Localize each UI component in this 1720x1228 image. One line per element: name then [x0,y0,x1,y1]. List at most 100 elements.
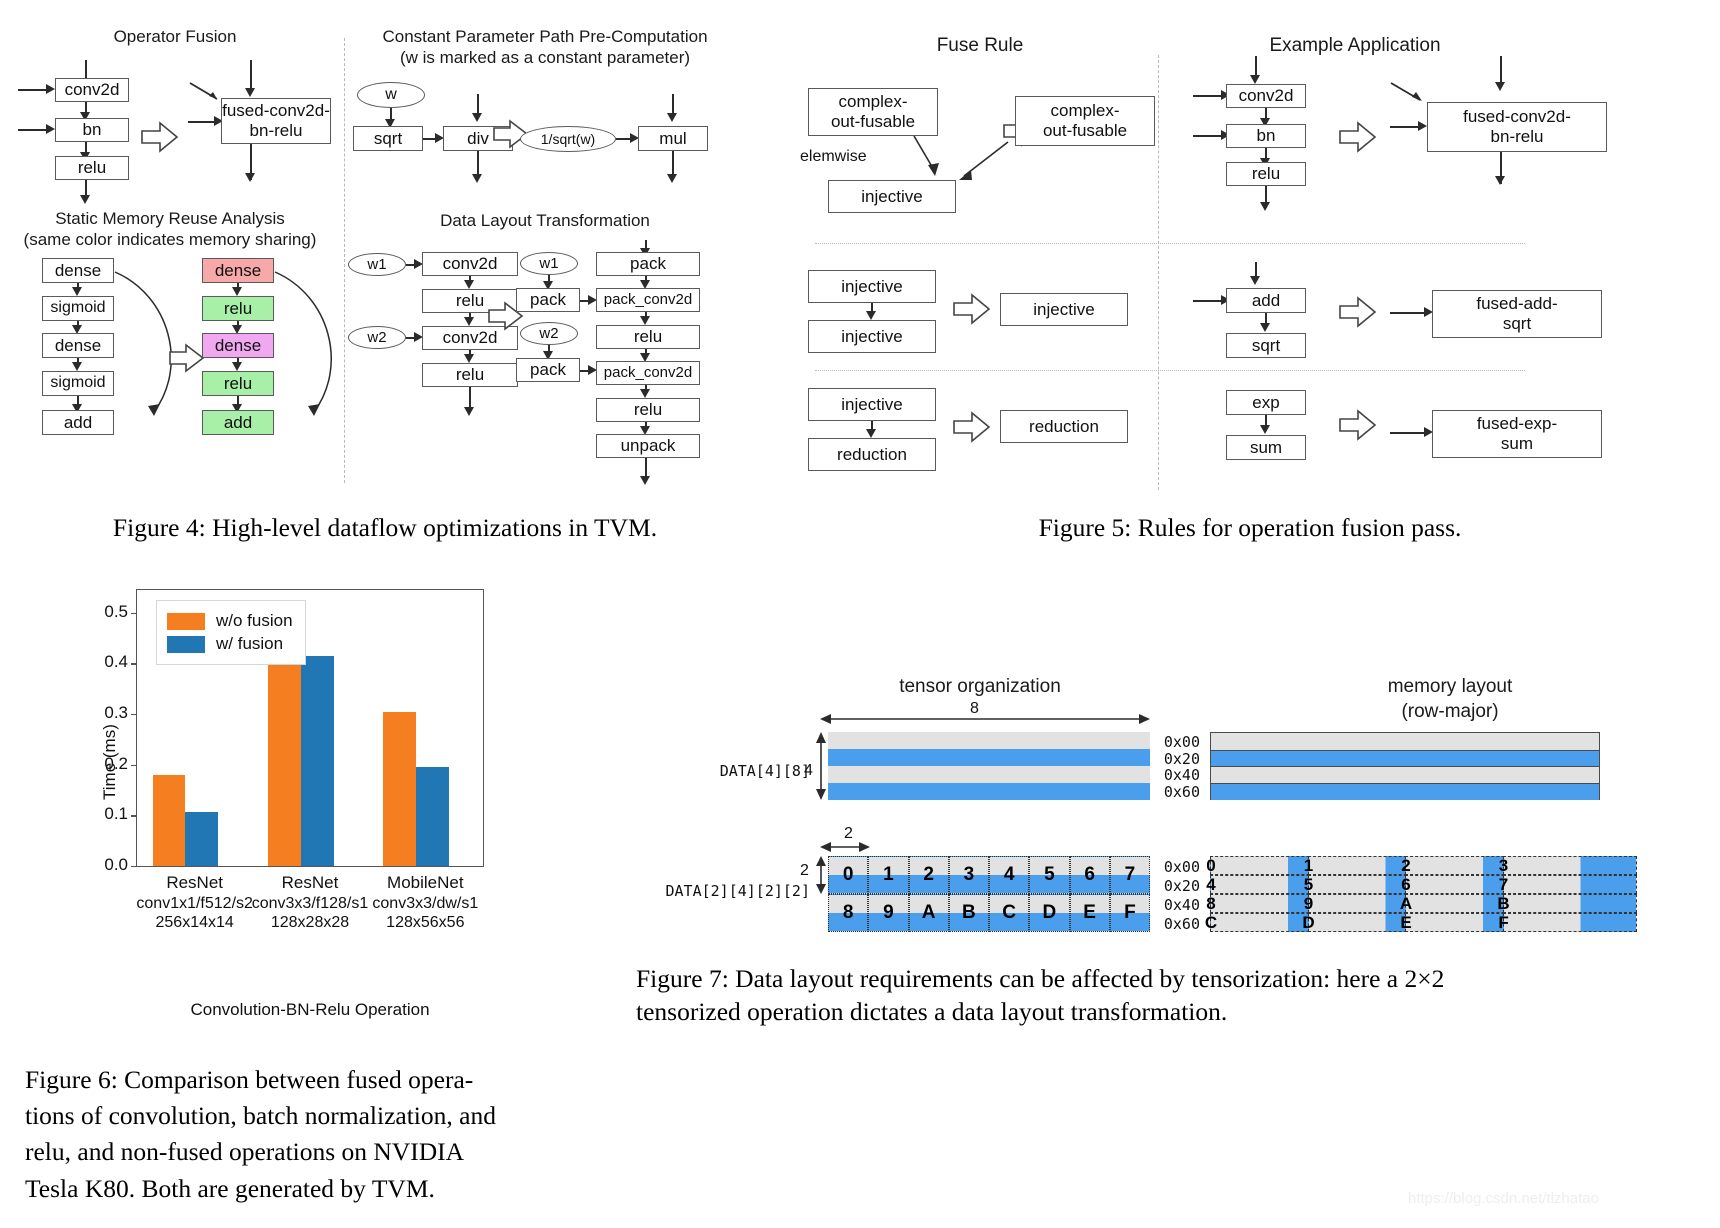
memory-address-top-3: 0x60 [1163,782,1200,801]
node-relu-ex[interactable]: relu [1226,162,1306,186]
node-sigmoid-2[interactable]: sigmoid [42,371,114,396]
legend-entry-1: w/ fusion [167,634,295,654]
memory-bottom-grid: 0123456789ABCDEF [1205,856,1638,932]
node-add[interactable]: add [42,410,114,435]
memory-address-bottom-1: 0x20 [1163,877,1200,895]
memory-address-bottom-3: 0x60 [1163,915,1200,933]
arrowhead [472,113,482,122]
legend-label-w-fusion: w/ fusion [216,634,284,653]
node-fused-add-sqrt[interactable]: fused-add- sqrt [1432,290,1602,338]
node-injective-src-3[interactable]: injective [808,388,936,421]
node-reduction-result[interactable]: reduction [1000,410,1128,443]
edge-left-bn [18,129,48,131]
node-sigmoid-1[interactable]: sigmoid [42,296,114,321]
node-mul[interactable]: mul [638,126,708,151]
arrowhead [232,287,242,296]
node-relu-right-2[interactable]: relu [596,398,700,422]
node-dense-1[interactable]: dense [42,258,114,283]
data-layout-title: Data Layout Transformation [440,211,650,230]
figure6-caption-line-3: Tesla K80. Both are generated by TVM. [25,1173,435,1203]
node-reduction-src[interactable]: reduction [808,438,936,471]
oval-w1[interactable]: w1 [348,253,406,276]
example-app-row-2-result: fused-add- sqrt [1390,262,1640,382]
node-sqrt[interactable]: sqrt [353,126,423,151]
node-sum-ex[interactable]: sum [1226,435,1306,460]
node-complex-out-fusable-result[interactable]: complex- out-fusable [1015,96,1155,146]
memory-cell-3-3: F [1498,913,1638,932]
node-exp-ex[interactable]: exp [1226,390,1306,415]
tensor-cell-0-3: 3 [948,856,989,894]
node-injective-src-top[interactable]: injective [808,270,936,303]
node-injective-src[interactable]: injective [828,180,956,213]
node-fused-exp-sum[interactable]: fused-exp- sum [1432,410,1602,458]
x-tick-label-2-line-2: 128x56x56 [386,914,465,932]
transform-arrow-icon [953,411,991,443]
bar-2-1 [416,766,449,866]
oval-1-over-sqrt-w[interactable]: 1/sqrt(w) [520,126,616,152]
legend-swatch-wo-fusion [167,612,205,630]
tensor-cell-0-6: 6 [1069,856,1110,894]
node-dense-1-colored[interactable]: dense [202,258,274,283]
node-pack-1[interactable]: pack [516,288,580,312]
node-add-colored[interactable]: add [202,410,274,435]
y-tick-mark-4 [131,663,136,665]
node-relu-2[interactable]: relu [422,363,518,387]
node-pack-top[interactable]: pack [596,252,700,276]
node-relu-2-colored[interactable]: relu [202,371,274,396]
node-relu-right-1[interactable]: relu [596,325,700,349]
figure6-caption: Figure 6: Comparison between fused opera… [25,1062,570,1207]
node-unpack[interactable]: unpack [596,434,700,458]
fuse-rule-column-title: Fuse Rule [936,35,1024,56]
edge-left-fused [188,121,216,123]
node-sqrt-ex[interactable]: sqrt [1226,333,1306,358]
y-tick-label-1: 0.1 [104,804,128,824]
node-conv2d[interactable]: conv2d [55,78,129,102]
memory-row-1 [1211,749,1599,767]
y-tick-mark-3 [131,714,136,716]
node-fused-conv2d-bn-relu[interactable]: fused-conv2d- bn-relu [221,98,331,144]
node-dense-2-colored[interactable]: dense [202,333,274,358]
transform-arrow-icon [1339,409,1377,441]
memory-row-0 [1211,733,1599,750]
memory-reuse-right-graph: dense relu dense relu add [202,258,352,448]
y-axis-label: Time (ms) [100,724,119,800]
oval-w1-right[interactable]: w1 [520,252,578,275]
tensor-cell-1-6: E [1069,894,1110,932]
oval-w2-right[interactable]: w2 [520,322,578,345]
oval-w[interactable]: w [357,82,425,108]
x-axis-label: Convolution-BN-Relu Operation [190,1000,430,1019]
bar-0-1 [185,812,219,866]
figure6-caption-line-1: tions of convolution, batch normalizatio… [25,1101,496,1131]
node-conv2d-1[interactable]: conv2d [422,252,518,276]
node-dense-2[interactable]: dense [42,333,114,358]
arrowhead [464,407,474,416]
memory-address-top-0: 0x00 [1163,733,1200,751]
width-dimension-arrow-top [820,714,1150,724]
node-relu[interactable]: relu [55,156,129,180]
edge-left-add [1193,300,1223,302]
tensor-cell-0-1: 1 [868,856,909,894]
node-bn[interactable]: bn [55,118,129,142]
arrowhead [1418,121,1427,131]
tensor-cell-1-1: 9 [868,894,909,932]
node-pack-2[interactable]: pack [516,358,580,382]
tensor-cell-0-0: 0 [828,856,869,894]
node-pack-conv2d-2[interactable]: pack_conv2d [596,361,700,385]
node-add-ex[interactable]: add [1226,288,1306,313]
node-injective-result[interactable]: injective [1000,293,1128,326]
node-relu-1-colored[interactable]: relu [202,296,274,321]
height-dimension-arrow-bottom [816,856,826,894]
arrowhead [1250,276,1260,285]
node-injective-src-bottom[interactable]: injective [808,320,936,353]
node-conv2d-ex[interactable]: conv2d [1226,84,1306,108]
bar-0-0 [152,774,186,866]
edge-elemwise [913,135,939,176]
figure7-caption-line-0: Figure 7: Data layout requirements can b… [636,964,1445,993]
node-pack-conv2d-1[interactable]: pack_conv2d [596,288,700,312]
bar-2-0 [383,712,417,866]
node-bn-ex[interactable]: bn [1226,124,1306,148]
oval-w2[interactable]: w2 [348,326,406,349]
node-complex-out-fusable-src[interactable]: complex- out-fusable [808,88,938,136]
arrowhead [866,311,876,320]
node-fused-conv2d-bn-relu-ex[interactable]: fused-conv2d- bn-relu [1427,102,1607,152]
